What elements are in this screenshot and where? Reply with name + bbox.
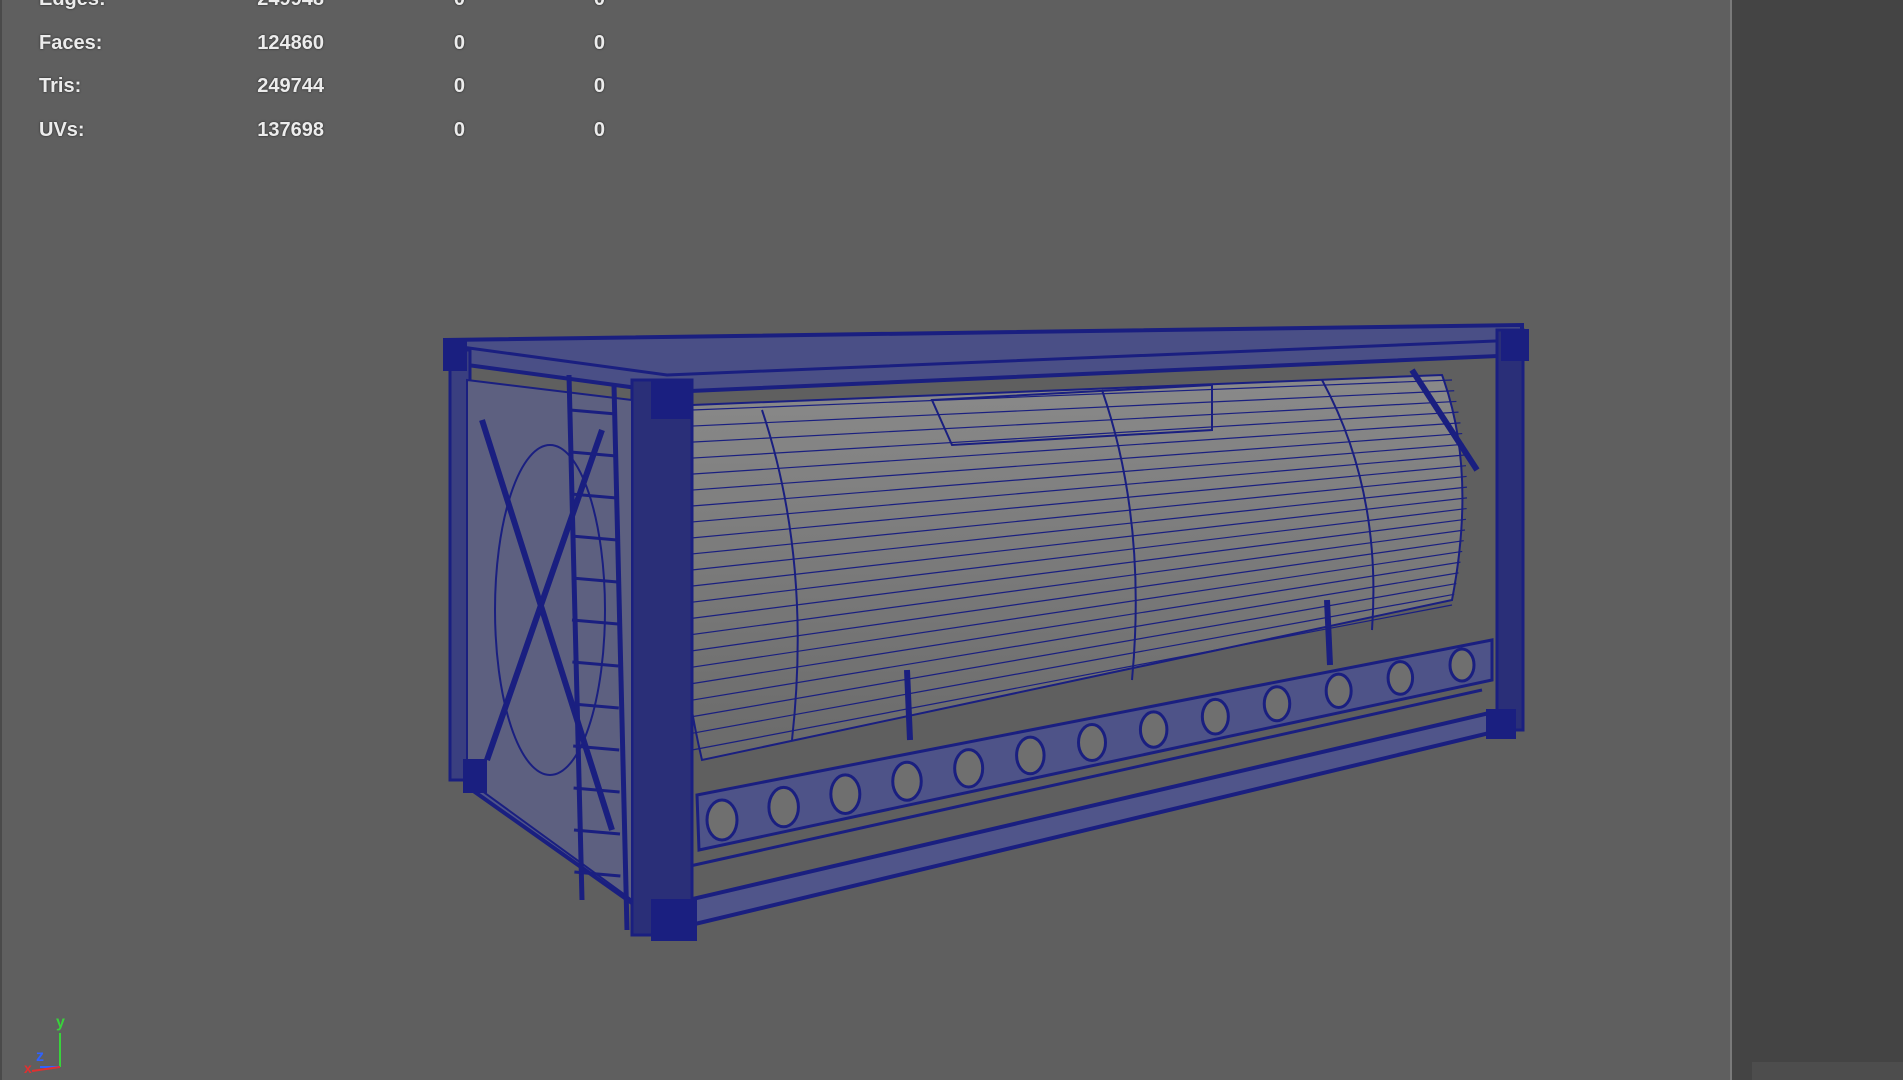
porthole xyxy=(1077,723,1107,762)
viewport[interactable]: Edges: 249948 0 0 Faces: 124860 0 0 Tris… xyxy=(0,0,1732,1080)
porthole xyxy=(1015,735,1046,776)
porthole xyxy=(829,773,862,816)
side-panel-strip xyxy=(1752,1062,1903,1080)
porthole xyxy=(1138,710,1169,749)
porthole xyxy=(891,760,923,802)
tank-container-wireframe-model[interactable] xyxy=(2,0,1732,1080)
porthole xyxy=(705,798,739,842)
porthole xyxy=(1262,685,1292,723)
axis-z-label: z xyxy=(36,1048,44,1065)
axis-x-label: x xyxy=(24,1060,32,1075)
axis-y-label: y xyxy=(56,1014,65,1031)
porthole xyxy=(1386,660,1415,696)
porthole xyxy=(1324,672,1353,709)
porthole xyxy=(1448,647,1476,683)
porthole xyxy=(767,785,800,829)
porthole xyxy=(1200,697,1230,736)
porthole xyxy=(953,748,985,789)
axis-gizmo: y z x xyxy=(24,1014,65,1075)
side-panel xyxy=(1732,0,1903,1080)
